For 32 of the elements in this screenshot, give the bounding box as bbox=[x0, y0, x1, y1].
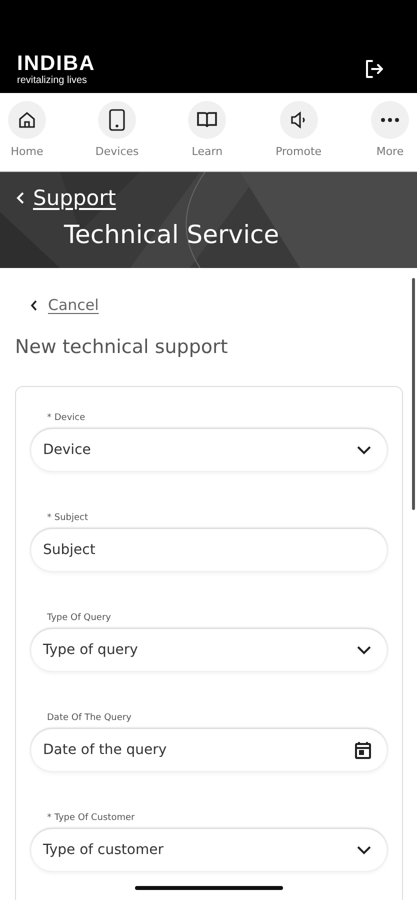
input-field[interactable]: Subject bbox=[31, 529, 387, 571]
nav-item[interactable]: Promote bbox=[272, 93, 326, 171]
nav-item[interactable]: Home bbox=[4, 93, 50, 171]
brand-tagline: revitalizing lives bbox=[17, 74, 88, 86]
select-field[interactable]: Type of customer bbox=[31, 829, 387, 871]
nav-item[interactable]: More bbox=[366, 93, 413, 171]
calendar-icon bbox=[355, 741, 371, 759]
select-field[interactable]: Device bbox=[31, 429, 387, 471]
field-label: * Subject bbox=[46, 513, 90, 523]
field-label: Type Of Query bbox=[46, 613, 112, 623]
form-title: New technical support bbox=[15, 336, 229, 358]
page-title: Technical Service bbox=[64, 220, 280, 249]
nav-item[interactable]: Learn bbox=[184, 93, 230, 171]
nav-item[interactable]: Devices bbox=[91, 93, 143, 171]
back-chevron-icon bbox=[30, 300, 38, 310]
brand-logo: INDIBA bbox=[17, 52, 96, 74]
date-field[interactable]: Date of the query bbox=[31, 729, 387, 771]
book-icon bbox=[196, 110, 218, 130]
chevron-down-icon bbox=[357, 446, 371, 454]
cancel-link[interactable]: Cancel bbox=[15, 296, 99, 314]
logout-icon[interactable] bbox=[363, 58, 385, 80]
back-chevron-icon bbox=[16, 192, 25, 204]
chevron-down-icon bbox=[357, 846, 371, 854]
tablet-icon bbox=[107, 109, 128, 131]
field-label: Date Of The Query bbox=[46, 713, 132, 723]
chevron-down-icon bbox=[357, 646, 371, 654]
home-icon bbox=[17, 110, 37, 130]
field-label: * Device bbox=[46, 413, 86, 423]
support-back-link[interactable]: Support bbox=[16, 186, 116, 210]
field-label: * Type Of Customer bbox=[46, 813, 136, 823]
more-icon bbox=[380, 117, 400, 123]
select-field[interactable]: Type of query bbox=[31, 629, 387, 671]
